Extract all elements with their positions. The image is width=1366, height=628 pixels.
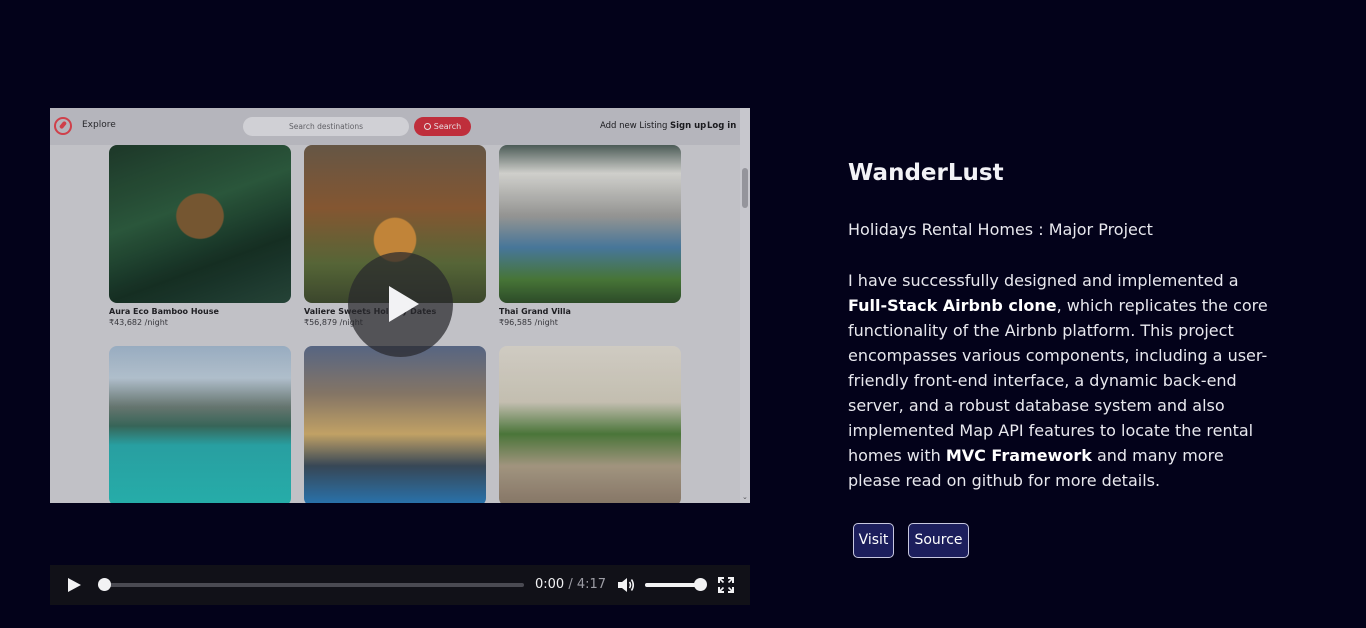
seek-bar-knob[interactable] — [98, 578, 111, 591]
description-text: , which replicates the core functionalit… — [848, 296, 1268, 465]
current-time: 0:00 — [535, 577, 565, 592]
volume-slider-fill — [645, 583, 700, 587]
visit-button[interactable]: Visit — [853, 523, 894, 558]
description-highlight: Full-Stack Airbnb clone — [848, 296, 1057, 315]
project-title: WanderLust — [848, 160, 1004, 186]
project-subtitle: Holidays Rental Homes : Major Project — [848, 220, 1153, 239]
volume-slider[interactable] — [645, 578, 707, 591]
source-button[interactable]: Source — [908, 523, 969, 558]
fullscreen-icon[interactable] — [718, 577, 734, 593]
time-display: 0:00 / 4:17 — [535, 577, 606, 592]
volume-slider-knob[interactable] — [694, 578, 707, 591]
description-text: I have successfully designed and impleme… — [848, 271, 1239, 290]
description-highlight: MVC Framework — [945, 446, 1092, 465]
play-icon[interactable] — [68, 578, 81, 592]
duration: 4:17 — [576, 577, 607, 592]
volume-icon[interactable] — [617, 576, 635, 594]
big-play-button[interactable] — [348, 252, 453, 357]
seek-bar[interactable] — [98, 578, 524, 591]
project-video[interactable]: Explore Search destinations Search Add n… — [50, 108, 750, 503]
time-separator: / — [568, 577, 573, 592]
project-description: I have successfully designed and impleme… — [848, 268, 1278, 493]
video-controls: 0:00 / 4:17 — [50, 565, 750, 605]
